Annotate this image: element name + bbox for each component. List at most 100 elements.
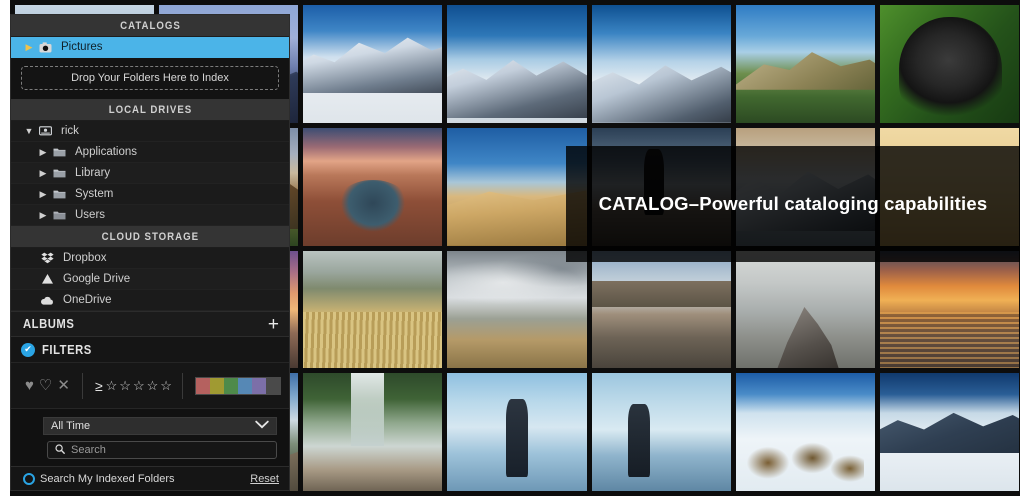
chevron-right-icon[interactable]: ▶: [37, 168, 49, 178]
photo-image: [735, 5, 875, 123]
photo-birds-over-grass[interactable]: [303, 250, 443, 369]
rating-filter-group: ≥ ☆ ☆ ☆ ☆ ☆: [83, 378, 182, 394]
photo-image: [735, 250, 875, 369]
photo-image: [591, 5, 731, 123]
photo-waterfall-rocks[interactable]: [303, 373, 443, 491]
flag-pick-icon[interactable]: ♥: [25, 378, 34, 393]
sidebar-item-applications[interactable]: ▶ Applications: [11, 142, 289, 163]
drop-zone-wrapper: Drop Your Folders Here to Index: [11, 58, 289, 99]
photo-denali-climber[interactable]: [303, 5, 443, 123]
drive-icon: [35, 125, 55, 137]
dropbox-icon-svg: [40, 252, 54, 264]
chevron-down-icon[interactable]: [255, 420, 269, 432]
photo-gorilla[interactable]: [879, 5, 1019, 123]
photo-mountain-climbers[interactable]: [447, 5, 587, 123]
sidebar-item-rick[interactable]: ▼ rick: [11, 121, 289, 142]
filters-title: FILTERS: [42, 343, 97, 357]
search-wrapper: Search: [11, 435, 289, 459]
folder-icon: [49, 210, 69, 220]
albums-section-header[interactable]: ALBUMS +: [11, 311, 289, 337]
sidebar: CATALOGS ▶ Pictures Drop Your Folders He…: [10, 14, 290, 491]
filters-section-header[interactable]: ✔ FILTERS: [11, 337, 289, 363]
rating-operator-icon[interactable]: ≥: [95, 378, 103, 394]
photo-image: [447, 250, 587, 369]
sidebar-item-users[interactable]: ▶ Users: [11, 205, 289, 226]
sidebar-item-users-label: Users: [75, 209, 106, 221]
filters-enabled-check-icon[interactable]: ✔: [21, 342, 35, 357]
flag-reject-icon[interactable]: ✕: [57, 378, 70, 393]
color-swatch-yellow[interactable]: [209, 377, 224, 394]
folder-icon: [49, 168, 69, 178]
photo-image: [447, 5, 587, 123]
photo-moody-clouds[interactable]: [447, 250, 587, 369]
photo-image: [879, 5, 1019, 123]
filters-footer-row: Search My Indexed Folders Reset: [11, 466, 289, 490]
search-indexed-folders-radio[interactable]: [23, 472, 35, 485]
chevron-down-icon-svg: [255, 420, 269, 429]
chevron-right-icon[interactable]: ▶: [37, 147, 49, 157]
onedrive-icon-svg: [41, 296, 53, 305]
star-icon[interactable]: ☆: [133, 378, 145, 394]
photo-sea-sunset[interactable]: [879, 250, 1019, 369]
color-swatch-green[interactable]: [223, 377, 238, 394]
sidebar-item-library[interactable]: ▶ Library: [11, 163, 289, 184]
color-swatch-purple[interactable]: [251, 377, 266, 394]
google-drive-icon-svg: [41, 274, 53, 284]
sidebar-item-google-drive[interactable]: Google Drive: [11, 269, 289, 290]
filter-search-input[interactable]: Search: [47, 441, 277, 459]
photo-downhill-skier[interactable]: [879, 373, 1019, 491]
photo-salt-flat[interactable]: [591, 250, 731, 369]
filters-body: All Time Search: [11, 409, 289, 466]
photo-surf-photographer[interactable]: [447, 373, 587, 491]
folder-icon-svg: [53, 211, 65, 220]
albums-title: ALBUMS: [23, 317, 80, 331]
drop-folders-zone-label: Drop Your Folders Here to Index: [71, 72, 229, 84]
color-swatch-red[interactable]: [195, 377, 210, 394]
google-drive-icon: [37, 273, 57, 285]
star-icon[interactable]: ☆: [160, 378, 172, 394]
drop-folders-zone[interactable]: Drop Your Folders Here to Index: [21, 66, 279, 90]
photo-image: [303, 127, 443, 246]
section-header-local-drives-label: LOCAL DRIVES: [108, 103, 192, 116]
photo-image: [447, 373, 587, 491]
chevron-right-icon[interactable]: ▶: [37, 189, 49, 199]
drive-icon-svg: [38, 125, 52, 135]
search-indexed-folders-label: Search My Indexed Folders: [40, 472, 175, 485]
folder-icon-svg: [53, 190, 65, 199]
folder-icon-svg: [53, 148, 65, 157]
color-swatch-gray[interactable]: [265, 377, 280, 394]
sidebar-item-system[interactable]: ▶ System: [11, 184, 289, 205]
add-album-button[interactable]: +: [268, 315, 279, 334]
section-header-catalogs: CATALOGS: [11, 15, 289, 37]
color-swatch-list: [194, 376, 281, 395]
camera-icon: [35, 41, 55, 53]
sidebar-item-dropbox[interactable]: Dropbox: [11, 248, 289, 269]
color-swatch-blue[interactable]: [237, 377, 252, 394]
sidebar-item-applications-label: Applications: [75, 146, 138, 158]
photo-bears-in-snow[interactable]: [735, 373, 875, 491]
chevron-right-icon[interactable]: ▶: [37, 210, 49, 220]
photo-man-on-peak[interactable]: [735, 250, 875, 369]
sidebar-item-pictures[interactable]: ▶ Pictures: [11, 37, 289, 58]
photo-coast-photographer[interactable]: [591, 373, 731, 491]
chevron-right-icon[interactable]: ▶: [23, 42, 35, 52]
caption-text: CATALOG–Powerful cataloging capabilities: [598, 193, 988, 214]
star-icon[interactable]: ☆: [119, 378, 131, 394]
reset-filters-link[interactable]: Reset: [250, 473, 279, 485]
chevron-down-icon[interactable]: ▼: [23, 126, 35, 136]
flag-unpick-icon[interactable]: ♡: [39, 378, 52, 393]
photo-image: [879, 373, 1019, 491]
photo-image: [303, 373, 443, 491]
star-icon[interactable]: ☆: [147, 378, 159, 394]
photo-horseshoe-bend[interactable]: [303, 127, 443, 246]
caption-overlay: CATALOG–Powerful cataloging capabilities: [566, 146, 1020, 262]
date-range-select[interactable]: All Time: [43, 417, 277, 435]
date-select-wrapper: All Time: [11, 417, 289, 435]
photo-green-hillside[interactable]: [735, 5, 875, 123]
section-header-local-drives: LOCAL DRIVES: [11, 99, 289, 121]
folder-icon-svg: [53, 169, 65, 178]
search-icon-svg: [55, 443, 65, 454]
star-icon[interactable]: ☆: [106, 378, 118, 394]
sidebar-item-onedrive[interactable]: OneDrive: [11, 290, 289, 311]
photo-skiers-ridge[interactable]: [591, 5, 731, 123]
